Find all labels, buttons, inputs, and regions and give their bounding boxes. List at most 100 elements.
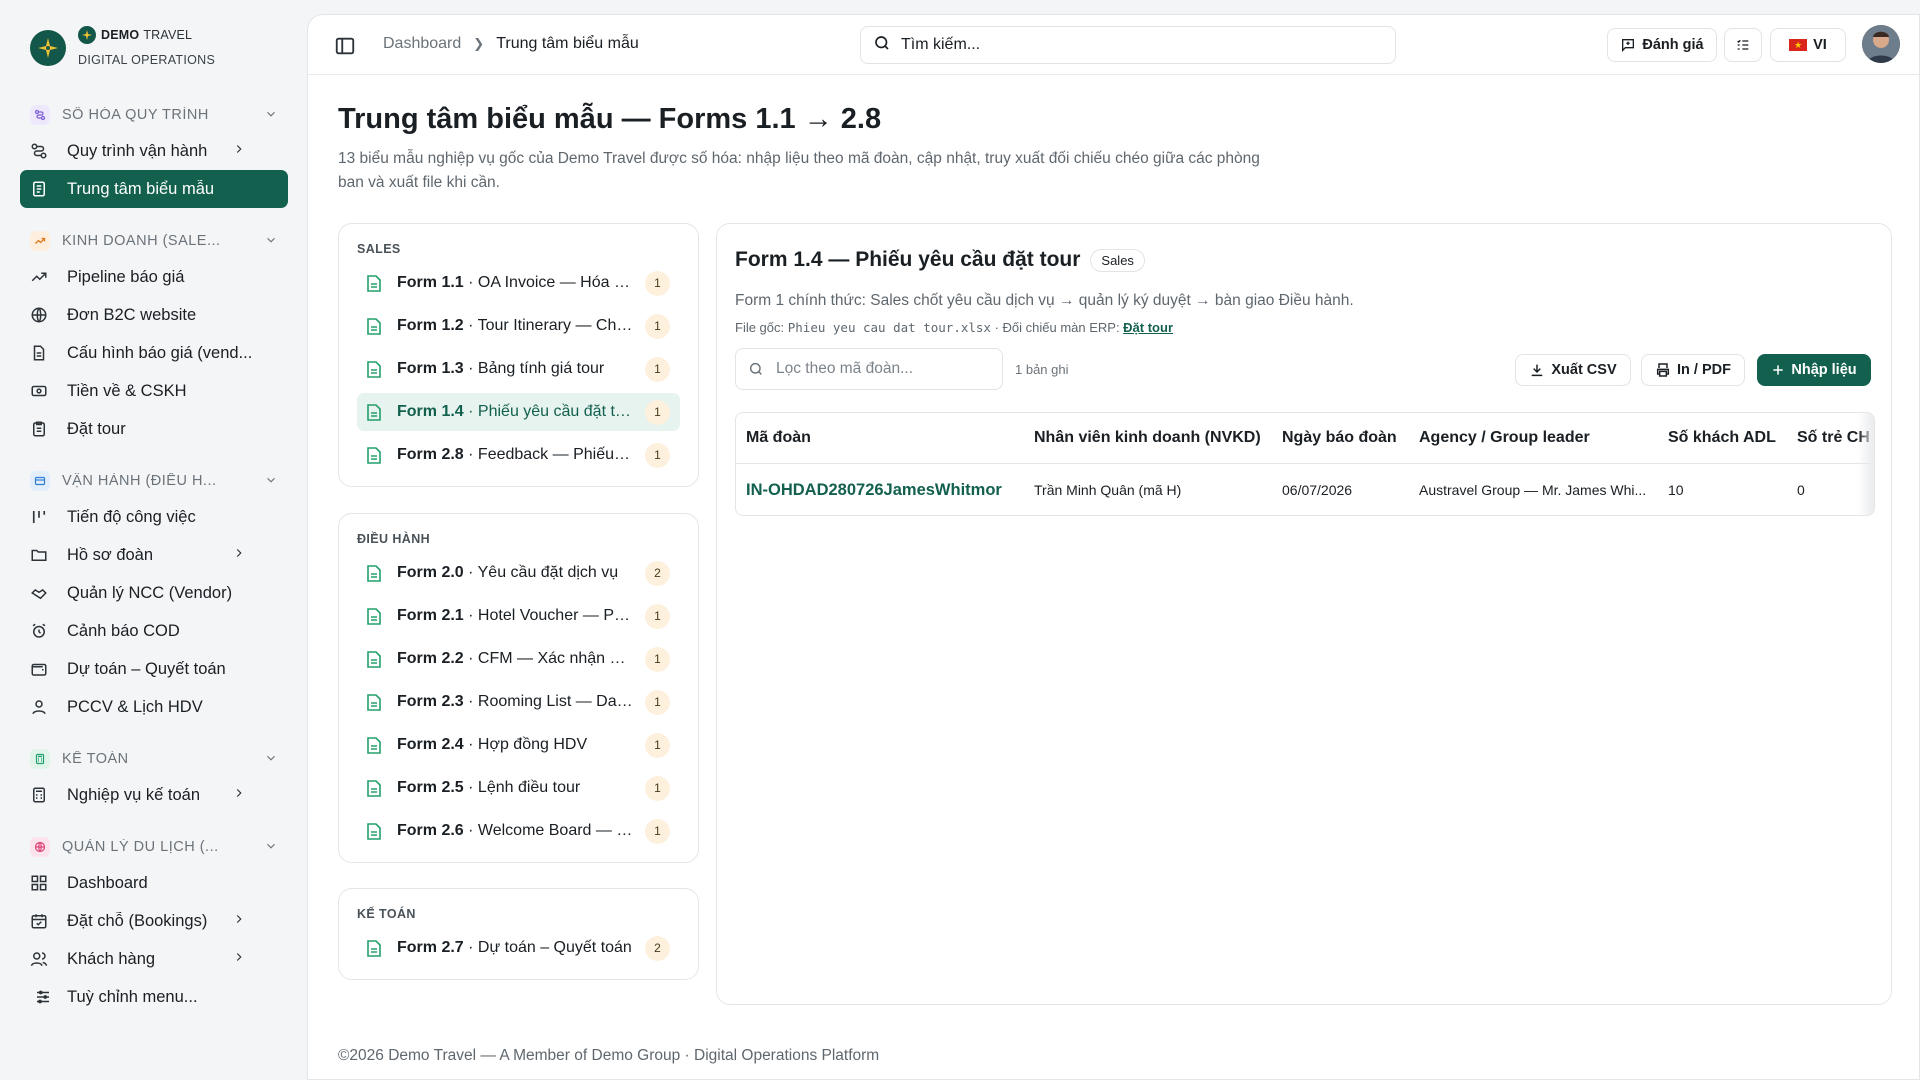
form-item[interactable]: Form 2.4 · Hợp đồng HDV 1 [357, 726, 680, 764]
form-item[interactable]: Form 2.3 · Rooming List — Danh sách 1 [357, 683, 680, 721]
form-code: Form 1.4 [397, 403, 464, 420]
nav-section-ke-toan[interactable]: KẾ TOÁN [20, 742, 288, 776]
form-name: · CFM — Xác nhận dịch vụ [468, 650, 633, 667]
sidebar-item-tien-do[interactable]: Tiến độ công việc [20, 498, 288, 536]
sidebar-item-pipeline[interactable]: Pipeline báo giá [20, 258, 288, 296]
erp-link[interactable]: Đặt tour [1123, 320, 1173, 335]
customize-menu-button[interactable]: Tuỳ chỉnh menu... [20, 978, 288, 1016]
workflow-icon [30, 142, 48, 160]
sidebar-item-dashboard[interactable]: Dashboard [20, 864, 288, 902]
nav-section-quan-ly-du-lich[interactable]: QUẢN LÝ DU LỊCH (... [20, 830, 288, 864]
document-icon [30, 344, 48, 362]
sidebar-item-cau-hinh-bao-gia[interactable]: Cấu hình báo giá (vend... [20, 334, 288, 372]
search-placeholder: Tìm kiếm... [901, 36, 981, 53]
sidebar-item-ho-so-doan[interactable]: Hồ sơ đoàn [20, 536, 288, 574]
checklist-button[interactable] [1724, 28, 1762, 62]
form-item[interactable]: Form 2.8 · Feedback — Phiếu góp ý 1 [357, 436, 680, 474]
form-item[interactable]: Form 2.7 · Dự toán – Quyết toán 2 [357, 929, 680, 967]
sidebar-item-trung-tam-bieu-mau[interactable]: Trung tâm biểu mẫu [20, 170, 288, 208]
sidebar-item-nghiep-vu-ke-toan[interactable]: Nghiệp vụ kế toán [20, 776, 288, 814]
chevron-down-icon [264, 473, 278, 490]
sidebar-item-b2c[interactable]: Đơn B2C website [20, 296, 288, 334]
brand[interactable]: DEMO TRAVEL DIGITAL OPERATIONS [30, 26, 215, 67]
column-header[interactable]: Nhân viên kinh doanh (NVKD) [1034, 413, 1261, 463]
form-item[interactable]: Form 2.1 · Hotel Voucher — Phiếu 1 [357, 597, 680, 635]
form-file-icon [367, 360, 383, 378]
chevron-down-icon [264, 233, 278, 250]
table-cell: 10 [1668, 482, 1684, 498]
nav-section-so-hoa[interactable]: SỐ HÓA QUY TRÌNH [20, 98, 288, 132]
form-name: · Rooming List — Danh sách [468, 693, 633, 710]
sidebar-item-tien-ve[interactable]: Tiền về & CSKH [20, 372, 288, 410]
column-header[interactable]: Mã đoàn [746, 413, 811, 463]
page-description: 13 biểu mẫu nghiệp vụ gốc của Demo Trave… [338, 150, 1260, 191]
print-pdf-button[interactable]: In / PDF [1641, 354, 1745, 386]
sidebar-item-label: Pipeline báo giá [67, 267, 185, 286]
form-code: Form 2.3 [397, 693, 464, 710]
main-panel: Dashboard ❯ Trung tâm biểu mẫu Tìm kiếm.… [307, 14, 1920, 1080]
form-count-badge: 1 [645, 603, 670, 629]
language-switcher[interactable]: ★ VI [1770, 28, 1846, 62]
column-header[interactable]: Số khách ADL [1668, 413, 1776, 463]
chevron-right-icon [232, 950, 246, 968]
form-item[interactable]: Form 2.0 · Yêu cầu đặt dịch vụ 2 [357, 554, 680, 592]
sidebar-item-dat-tour[interactable]: Đặt tour [20, 410, 288, 448]
chevron-down-icon [264, 107, 278, 124]
feedback-button[interactable]: Đánh giá [1607, 28, 1717, 62]
form-item[interactable]: Form 1.2 · Tour Itinerary — Chương trình… [357, 307, 680, 345]
breadcrumb-link-dashboard[interactable]: Dashboard [383, 35, 461, 53]
nav-section-van-hanh[interactable]: VẬN HÀNH (ĐIỀU H... [20, 464, 288, 498]
form-item[interactable]: Form 1.3 · Bảng tính giá tour 1 [357, 350, 680, 388]
sidebar-item-khach-hang[interactable]: Khách hàng [20, 940, 288, 978]
category-title: SALES [357, 242, 401, 256]
users-icon [30, 950, 48, 968]
form-count-badge: 1 [645, 646, 670, 672]
horizontal-scroll-fade [1858, 413, 1874, 515]
grid-icon [30, 874, 48, 892]
export-csv-button[interactable]: Xuất CSV [1515, 354, 1631, 386]
sidebar-item-pccv[interactable]: PCCV & Lịch HDV [20, 688, 288, 726]
brand-subtitle: DIGITAL OPERATIONS [78, 53, 216, 67]
add-entry-button[interactable]: Nhập liệu [1757, 354, 1871, 386]
column-header[interactable]: Agency / Group leader [1419, 413, 1590, 463]
sidebar-item-label: Tiến độ công việc [67, 507, 196, 526]
clipboard-icon [30, 420, 48, 438]
filter-input[interactable]: Lọc theo mã đoàn... [735, 348, 1003, 390]
search-input[interactable]: Tìm kiếm... [860, 26, 1396, 64]
nav-section-kinh-doanh[interactable]: KINH DOANH (SALE... [20, 224, 288, 258]
form-item[interactable]: Form 2.2 · CFM — Xác nhận dịch vụ 1 [357, 640, 680, 678]
feedback-label: Đánh giá [1642, 37, 1704, 53]
money-icon [30, 382, 48, 400]
form-code: Form 1.2 [397, 317, 464, 334]
sidebar-item-canh-bao-cod[interactable]: Cảnh báo COD [20, 612, 288, 650]
sidebar-item-ncc[interactable]: Quản lý NCC (Vendor) [20, 574, 288, 612]
filter-placeholder: Lọc theo mã đoàn... [776, 360, 914, 377]
form-count-badge: 1 [645, 732, 670, 758]
sidebar-item-label: Trung tâm biểu mẫu [67, 179, 215, 198]
form-item-selected[interactable]: Form 1.4 · Phiếu yêu cầu đặt tour 1 [357, 393, 680, 431]
sidebar-item-label: Tiền về & CSKH [67, 381, 187, 400]
form-file-icon [367, 403, 383, 421]
trend-icon [30, 268, 48, 286]
sidebar-item-bookings[interactable]: Đặt chỗ (Bookings) [20, 902, 288, 940]
sidebar-toggle-icon[interactable] [334, 35, 356, 57]
form-name: · Tour Itinerary — Chương trình [468, 317, 633, 334]
avatar[interactable] [1862, 25, 1900, 63]
form-code: Form 2.5 [397, 779, 464, 796]
brand-name-light: TRAVEL [143, 28, 193, 42]
sidebar-item-du-toan[interactable]: Dự toán – Quyết toán [20, 650, 288, 688]
form-item[interactable]: Form 2.5 · Lệnh điều tour 1 [357, 769, 680, 807]
form-code: Form 1.1 [397, 274, 464, 291]
sidebar-item-quy-trinh[interactable]: Quy trình vận hành [20, 132, 288, 170]
column-header[interactable]: Ngày báo đoàn [1282, 413, 1397, 463]
form-item[interactable]: Form 2.6 · Welcome Board — Bảng đón 1 [357, 812, 680, 850]
sidebar-item-label: Khách hàng [67, 949, 156, 968]
table-cell-code[interactable]: IN-OHDAD280726JamesWhitmor [746, 464, 1026, 515]
form-count-badge: 1 [645, 775, 670, 801]
form-code: Form 2.8 [397, 446, 464, 463]
form-file-icon [367, 607, 383, 625]
form-file-icon [367, 939, 383, 957]
sidebar-item-label: PCCV & Lịch HDV [67, 697, 203, 716]
form-name: · Feedback — Phiếu góp ý [468, 446, 633, 463]
form-item[interactable]: Form 1.1 · OA Invoice — Hóa đơn 1 [357, 264, 680, 302]
